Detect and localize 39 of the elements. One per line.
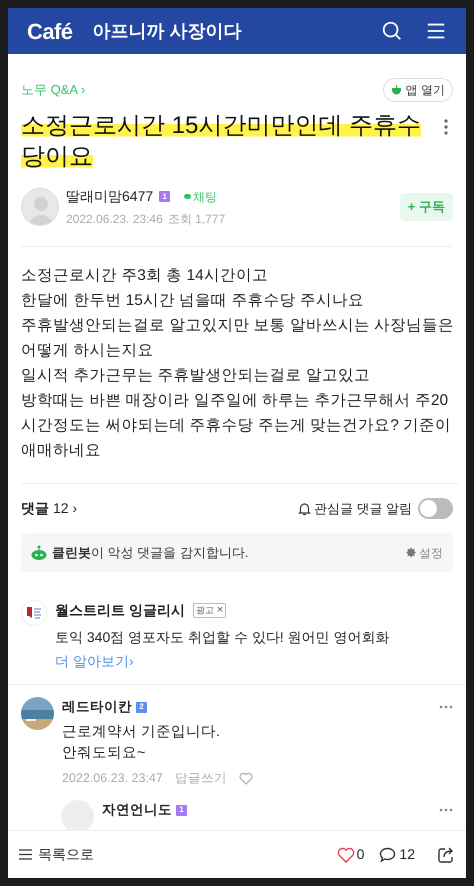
- avatar: [21, 188, 59, 226]
- chat-icon: [184, 194, 192, 199]
- cup-icon: [390, 85, 403, 95]
- menu-icon: [19, 849, 32, 860]
- alert-toggle[interactable]: [418, 498, 453, 519]
- post-body: 소정근로시간 주3회 총 14시간이고 한달에 한두번 15시간 넘을때 주휴수당 주시나요 주휴발생안되는걸로 알고있지만 보통 알바쓰시는 사장님들은 어떻게 하시는지요 일시적 추가근무는 주휴발생안되는걸로 알고있고 방학때는 바쁜 매장이라 일주일에 하루는 추가근무해서 주20시간정도는 써야되는데 주휴수당 주는게 맞는건가요? 기준이 애매하네요: [21, 263, 459, 484]
- cleanbot-text: 클린봇이 악성 댓글을 감지합니다.: [52, 544, 250, 562]
- alert-label: 관심글 댓글 알림: [314, 500, 412, 518]
- comments-link[interactable]: 댓글 12 ›: [21, 498, 78, 519]
- ad-label: 광고: [196, 604, 214, 617]
- close-ad-button[interactable]: ×: [216, 605, 224, 616]
- cafe-name[interactable]: 아프니까 사장이다: [92, 18, 242, 44]
- gear-icon: [406, 547, 417, 558]
- ad-text: 토익 340점 영포자도 취업할 수 있다! 원어민 영어회화: [55, 628, 390, 647]
- search-button[interactable]: [381, 20, 403, 42]
- like-button[interactable]: 0: [336, 844, 364, 865]
- level-badge: 1: [176, 804, 187, 816]
- post-date: 2022.06.23. 23:46: [66, 211, 163, 228]
- author-name[interactable]: 딸래미맘6477: [66, 186, 154, 207]
- level-badge: 2: [136, 702, 147, 713]
- comments-button[interactable]: 12: [379, 844, 415, 865]
- advertiser-logo: [21, 600, 47, 626]
- advertiser-name[interactable]: 월스트리트 잉글리시: [55, 600, 185, 621]
- list-button[interactable]: 목록으로: [19, 844, 94, 865]
- robot-icon: [31, 545, 47, 560]
- level-badge: 1: [159, 191, 170, 202]
- more-icon[interactable]: [439, 808, 453, 812]
- speech-bubble-icon: [379, 846, 396, 862]
- commenter-name[interactable]: 자연언니도: [102, 800, 172, 820]
- comment-date: 2022.06.23. 23:47: [62, 770, 163, 788]
- cafe-logo[interactable]: Café: [27, 14, 72, 48]
- more-icon[interactable]: [443, 118, 449, 136]
- open-app-button[interactable]: 앱 열기: [382, 78, 453, 102]
- share-icon[interactable]: [437, 846, 455, 864]
- comment-text: 근로계약서 기준입니다. 안줘도되요~: [62, 723, 222, 764]
- more-icon[interactable]: [439, 705, 453, 710]
- commenter-name[interactable]: 레드타이칸: [62, 697, 132, 718]
- view-count: 조회 1,777: [168, 211, 226, 228]
- bell-icon: [298, 502, 311, 516]
